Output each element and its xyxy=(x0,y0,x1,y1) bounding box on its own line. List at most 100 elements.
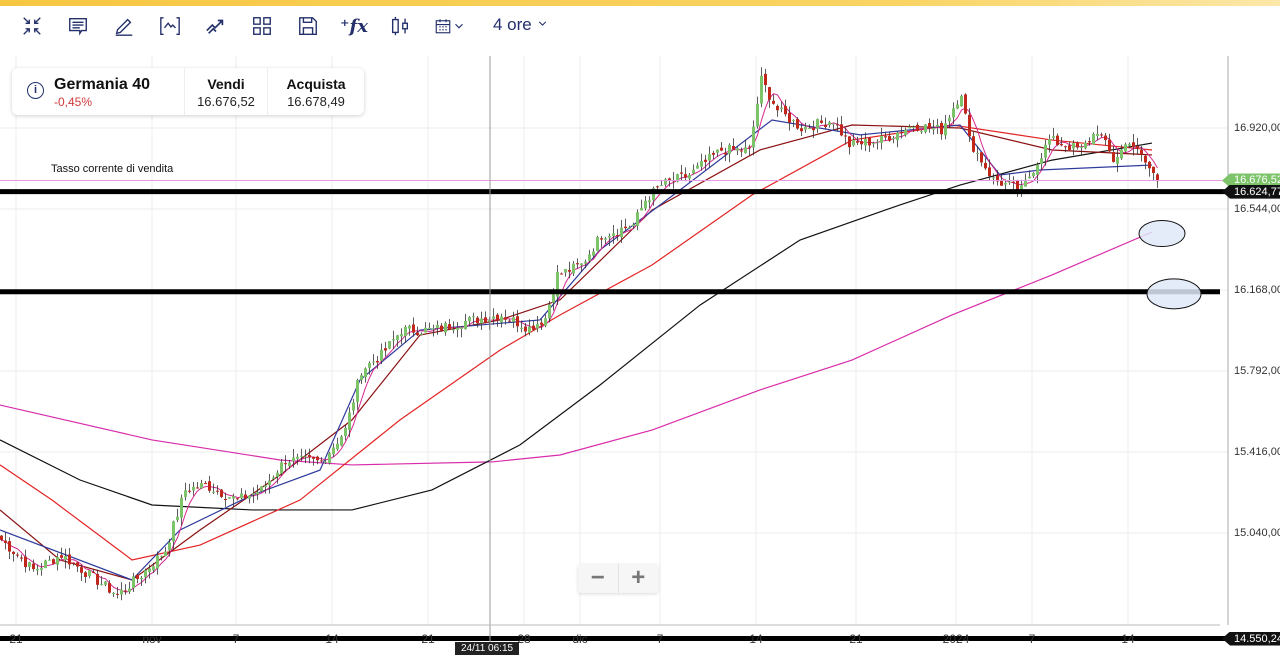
candle-body xyxy=(592,251,595,256)
info-icon[interactable]: i xyxy=(27,82,44,99)
candle-body xyxy=(280,462,283,474)
level-price-tag: 14.550,24 xyxy=(1222,631,1280,646)
candle-body xyxy=(180,497,183,518)
candle-body xyxy=(1076,142,1079,148)
candle-body xyxy=(848,136,851,148)
candle-body xyxy=(796,119,799,129)
sell-button[interactable]: Vendi 16.676,52 xyxy=(185,68,268,115)
candle-body xyxy=(356,380,359,402)
candle-body xyxy=(4,540,7,544)
candle-body xyxy=(156,555,159,569)
current-rate-annotation: Tasso corrente di vendita xyxy=(51,163,174,175)
candle-body xyxy=(872,142,875,145)
candle-body xyxy=(172,521,175,542)
x-tick-label: 14 xyxy=(1121,632,1135,646)
candle-body xyxy=(1012,181,1015,183)
candle-body xyxy=(864,138,867,146)
function-fx-icon[interactable]: ⁺fx xyxy=(340,13,368,39)
candle-body xyxy=(560,273,563,275)
candle-body xyxy=(736,148,739,151)
candle-body xyxy=(988,167,991,177)
candle-body xyxy=(220,489,223,497)
layout-grid-icon[interactable] xyxy=(249,13,275,39)
candle-body xyxy=(828,122,831,126)
candle-body xyxy=(60,555,63,558)
candle-body xyxy=(244,494,247,499)
pencil-icon[interactable] xyxy=(111,13,137,39)
buy-button[interactable]: Acquista 16.678,49 xyxy=(268,68,364,115)
period-selector[interactable]: 4 ore xyxy=(493,15,549,35)
candle-body xyxy=(296,456,299,459)
trend-icon[interactable] xyxy=(203,13,229,39)
zoom-out-button[interactable]: − xyxy=(578,564,619,593)
candle-body xyxy=(136,574,139,579)
candle-body xyxy=(812,127,815,131)
candle-body xyxy=(892,138,895,140)
candle-body xyxy=(1140,149,1143,155)
grid xyxy=(0,56,1228,625)
candle-body xyxy=(692,169,695,174)
candle-body xyxy=(376,360,379,363)
sell-price: 16.676,52 xyxy=(197,94,255,109)
save-icon[interactable] xyxy=(295,13,321,39)
candle-body xyxy=(448,324,451,330)
x-tick-label: 7 xyxy=(1028,632,1036,646)
candle-body xyxy=(1148,161,1151,169)
candle-body xyxy=(620,227,623,237)
candle-body xyxy=(568,269,571,272)
candle-body xyxy=(860,141,863,145)
candle-body xyxy=(984,162,987,169)
candle-body xyxy=(900,132,903,134)
zoom-in-button[interactable]: + xyxy=(619,564,659,593)
candle-body xyxy=(368,363,371,368)
candlestick-icon[interactable] xyxy=(387,13,413,39)
candle-body xyxy=(856,141,859,143)
candle-body xyxy=(928,122,931,129)
candle-body xyxy=(232,496,235,499)
x-tick-label: 28 xyxy=(517,632,531,646)
candle-body xyxy=(108,583,111,593)
candle-body xyxy=(1084,142,1087,149)
candle-body xyxy=(688,174,691,179)
candle-body xyxy=(808,128,811,130)
candle-body xyxy=(696,165,699,169)
candle-body xyxy=(404,326,407,336)
candle-body xyxy=(372,361,375,363)
candle-body xyxy=(832,123,835,125)
candle-body xyxy=(956,104,959,109)
comment-icon[interactable] xyxy=(65,13,91,39)
candle-body xyxy=(400,334,403,337)
collapse-icon[interactable] xyxy=(19,13,45,39)
candle-body xyxy=(1088,141,1091,143)
candle-body xyxy=(732,146,735,150)
candle-body xyxy=(72,562,75,564)
candle-body xyxy=(216,490,219,492)
candle-body xyxy=(80,567,83,573)
candle-body xyxy=(1144,155,1147,163)
candle-body xyxy=(948,117,951,122)
indicator-bracket-icon[interactable] xyxy=(157,13,183,39)
candle-body xyxy=(152,566,155,571)
candle-body xyxy=(1152,166,1155,174)
y-tick-label: 15.040,00 xyxy=(1234,527,1280,539)
candle-body xyxy=(272,477,275,479)
candle-body xyxy=(748,146,751,148)
candle-body xyxy=(596,236,599,252)
candle-body xyxy=(148,568,151,573)
candle-body xyxy=(1040,158,1043,164)
calendar-dropdown[interactable] xyxy=(430,13,470,39)
candle-body xyxy=(1132,142,1135,147)
candle-body xyxy=(120,589,123,595)
candle-body xyxy=(768,87,771,100)
candle-body xyxy=(944,123,947,136)
candle-body xyxy=(388,341,391,349)
candle-body xyxy=(1096,133,1099,137)
calendar-icon xyxy=(435,19,451,34)
candle-body xyxy=(28,562,31,567)
candle-body xyxy=(0,535,3,540)
candle-body xyxy=(1036,164,1039,175)
candle-body xyxy=(704,159,707,162)
y-tick-label: 15.416,00 xyxy=(1234,446,1280,458)
candle-body xyxy=(1032,173,1035,177)
candle-body xyxy=(300,455,303,457)
